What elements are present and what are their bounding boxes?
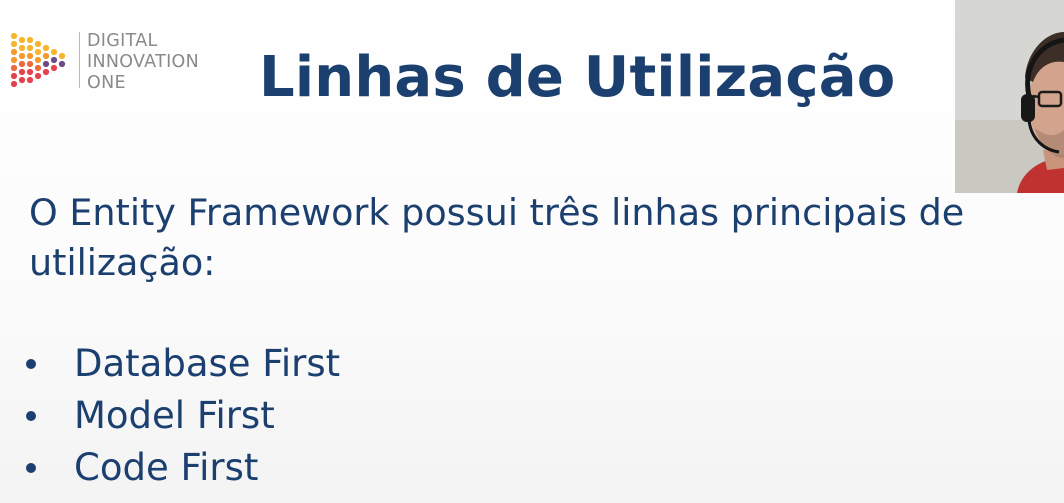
logo-dot — [34, 56, 42, 64]
slide-title: Linhas de Utilização — [259, 45, 896, 110]
logo-dot — [26, 44, 34, 52]
logo-dot — [10, 48, 18, 56]
bullet-icon — [26, 463, 36, 473]
logo-line-1: DIGITAL — [87, 31, 158, 51]
logo-dot — [34, 48, 42, 56]
logo-dot — [26, 60, 34, 68]
intro-text: O Entity Framework possui três linhas pr… — [29, 188, 1059, 288]
logo-line-3: ONE — [87, 73, 126, 93]
logo-dot — [42, 44, 50, 52]
logo-dot — [50, 48, 58, 56]
logo-dot — [18, 44, 26, 52]
intro-line-1: O Entity Framework possui três linhas pr… — [29, 191, 965, 234]
logo-line-2: INNOVATION — [87, 52, 199, 72]
logo-dot — [34, 40, 42, 48]
logo-dot — [58, 52, 66, 60]
logo-dot — [18, 36, 26, 44]
presentation-slide: DIGITAL INNOVATION ONE Linhas de Utiliza… — [0, 0, 1064, 503]
bullet-text: Database First — [74, 342, 341, 385]
bullet-text: Code First — [74, 446, 259, 489]
logo-dot — [10, 64, 18, 72]
logo-dot — [42, 68, 50, 76]
logo-dot — [50, 56, 58, 64]
logo-dot — [58, 60, 66, 68]
logo-mark-icon — [10, 32, 66, 88]
logo-dot — [34, 64, 42, 72]
logo-dot — [18, 52, 26, 60]
logo-dot — [26, 36, 34, 44]
intro-line-2: utilização: — [29, 241, 216, 284]
logo-dot — [18, 68, 26, 76]
digital-innovation-one-logo: DIGITAL INNOVATION ONE — [8, 30, 238, 96]
logo-dot — [26, 76, 34, 84]
webcam-overlay — [955, 0, 1064, 193]
logo-dot — [10, 80, 18, 88]
logo-dot — [34, 72, 42, 80]
logo-dot — [10, 40, 18, 48]
logo-dot — [42, 52, 50, 60]
logo-dot — [50, 64, 58, 72]
bullet-text: Model First — [74, 394, 275, 437]
logo-dot — [26, 52, 34, 60]
bullet-icon — [26, 411, 36, 421]
logo-dot — [18, 76, 26, 84]
logo-dot — [10, 72, 18, 80]
webcam-person-image — [955, 0, 1064, 193]
logo-dot — [26, 68, 34, 76]
bullet-icon — [26, 359, 36, 369]
logo-text: DIGITAL INNOVATION ONE — [87, 31, 199, 94]
logo-divider — [79, 32, 80, 88]
logo-dot — [42, 60, 50, 68]
logo-dot — [10, 56, 18, 64]
logo-dot — [10, 32, 18, 40]
logo-dot — [18, 60, 26, 68]
